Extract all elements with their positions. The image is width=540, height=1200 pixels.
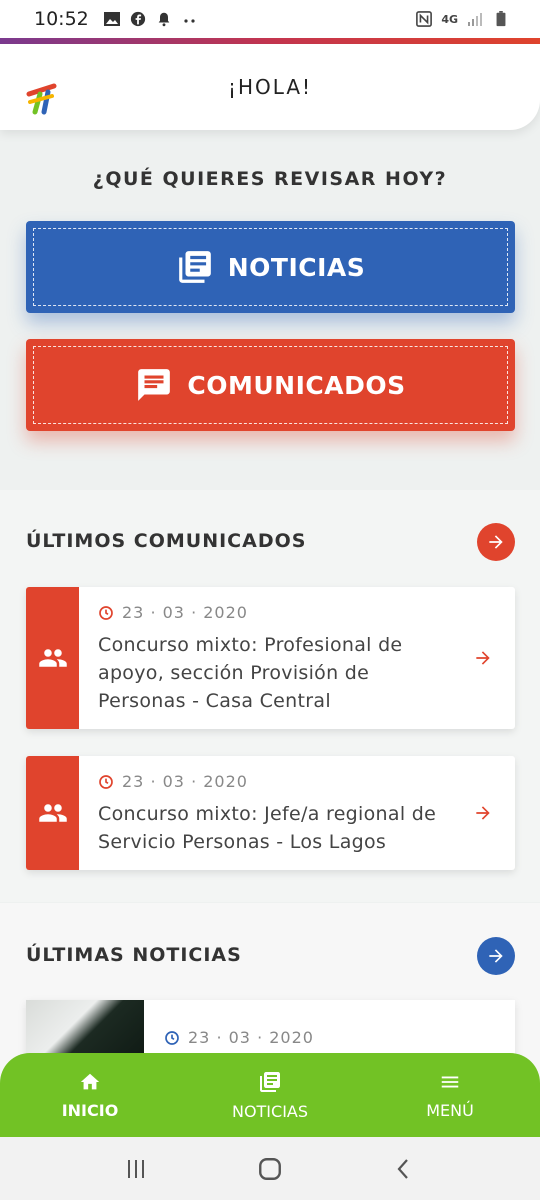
news-see-all-button[interactable] [477,937,515,975]
more-dots-icon [184,19,195,23]
nav-item-noticias[interactable]: NOTICIAS [180,1053,360,1137]
recent-apps-icon[interactable] [124,1157,148,1181]
bottom-navigation: INICIO NOTICIAS MENÚ [0,1053,540,1137]
latest-news-title: ÚLTIMAS NOTICIAS [26,944,242,966]
button-dashed-border [33,346,508,424]
arrow-right-icon [476,806,490,820]
menu-icon [441,1076,459,1087]
signal-icon [468,13,482,26]
latest-announcements-title: ÚLTIMOS COMUNICADOS [26,530,307,552]
announcement-date: 23 · 03 · 2020 [98,772,248,791]
arrow-right-icon [476,651,490,665]
status-time: 10:52 [34,8,89,30]
news-card[interactable]: 23 · 03 · 2020 [26,1000,515,1060]
back-icon[interactable] [392,1157,416,1181]
status-bar: 10:52 4G [0,0,540,38]
header-title: ¡HOLA! [227,75,313,99]
notification-bell-icon [158,12,170,27]
news-date: 23 · 03 · 2020 [164,1028,314,1047]
home-circle-icon[interactable] [257,1156,283,1182]
announcement-card[interactable]: 23 · 03 · 2020 Concurso mixto: Profesion… [26,587,515,729]
announcements-button[interactable]: COMUNICADOS [26,339,515,431]
clock-icon [99,774,113,789]
people-icon [38,804,67,822]
announcement-date: 23 · 03 · 2020 [98,603,248,622]
4g-data-icon: 4G [441,12,458,26]
announcement-card-strip [26,756,79,870]
announcement-text: Concurso mixto: Jefe/a regional de Servi… [98,803,437,853]
announcement-date-text: 23 · 03 · 2020 [122,772,248,791]
facebook-icon [130,11,145,27]
nfc-icon [416,11,433,27]
news-thumbnail [26,1000,144,1060]
arrow-right-icon [489,535,503,549]
clock-icon [165,1030,179,1045]
button-dashed-border [33,228,508,306]
nav-item-label: INICIO [61,1100,119,1120]
nav-item-inicio[interactable]: INICIO [0,1053,180,1137]
battery-icon [496,11,506,27]
section-question: ¿QUÉ QUIERES REVISAR HOY? [92,168,448,190]
announcement-card[interactable]: 23 · 03 · 2020 Concurso mixto: Jefe/a re… [26,756,515,870]
newspaper-icon [260,1071,280,1092]
announcements-see-all-button[interactable] [477,523,515,561]
announcement-card-strip [26,587,79,729]
nav-item-menu[interactable]: MENÚ [360,1053,540,1137]
home-icon [80,1073,100,1089]
arrow-right-icon [489,949,503,963]
system-navigation-bar [0,1137,540,1200]
nav-item-label: MENÚ [426,1100,474,1120]
announcement-date-text: 23 · 03 · 2020 [122,603,248,622]
news-date-text: 23 · 03 · 2020 [188,1028,314,1047]
latest-announcements-section: ÚLTIMOS COMUNICADOS 23 · 03 · 2020 Concu… [0,490,540,902]
news-button[interactable]: NOTICIAS [26,221,515,313]
image-icon [103,12,120,26]
announcement-text: Concurso mixto: Profesional de apoyo, se… [98,634,403,712]
app-header: ¡HOLA! [0,44,540,130]
clock-icon [99,605,113,620]
nav-item-label: NOTICIAS [231,1101,309,1121]
people-icon [38,649,67,667]
app-logo-icon [26,83,57,115]
